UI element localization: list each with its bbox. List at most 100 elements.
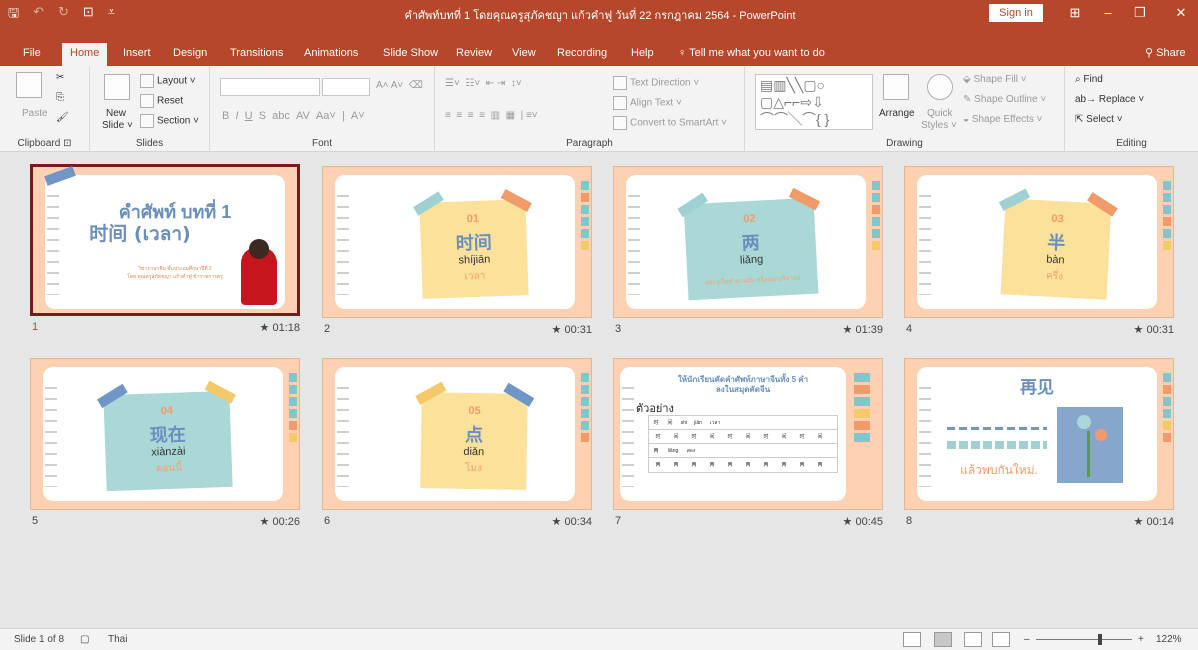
maximize-icon[interactable]: ❐ — [1127, 3, 1153, 23]
list-buttons[interactable]: ☰˅ ☷˅ ⇤ ⇥ ↕˅ — [445, 78, 522, 89]
shape-fill-button[interactable]: ⬙ Shape Fill ˅ — [963, 74, 1027, 85]
tell-me-box[interactable]: ♀ Tell me what you want to do — [678, 40, 825, 66]
align-buttons[interactable]: ≡ ≡ ≡ ≡ ▥ ▦ | ≡˅ — [445, 110, 538, 121]
quick-styles-button[interactable]: Quick — [927, 108, 953, 119]
close-icon[interactable]: ✕ — [1168, 3, 1194, 23]
section-button[interactable]: Section ˅ — [140, 114, 199, 128]
font-name-box[interactable] — [220, 78, 320, 96]
slide-frame[interactable]: ให้นักเรียนคัดคำศัพท์ภาษาจีนทั้ง 5 คำ ลง… — [613, 358, 883, 510]
replace-button[interactable]: ab→ Replace ˅ — [1075, 94, 1144, 105]
align-text-button[interactable]: Align Text ˅ — [613, 96, 682, 110]
slide-paper: 01 时间 shíjiān เวลา — [335, 175, 575, 309]
shape-effects-button[interactable]: ◒ Shape Effects ˅ — [963, 114, 1043, 125]
cut-icon[interactable]: ✂ — [56, 72, 64, 83]
grid-row-3: 两 liǎng สอง — [649, 444, 837, 458]
new-slide-button[interactable]: New — [106, 108, 126, 119]
tab-insert[interactable]: Insert — [120, 40, 154, 66]
font-size-buttons[interactable]: A˄ A˅ ⌫ — [376, 80, 423, 91]
tab-design[interactable]: Design — [170, 40, 210, 66]
new-slide-dropdown[interactable]: Slide ˅ — [102, 120, 133, 131]
slide-thumbnail-7[interactable]: ให้นักเรียนคัดคำศัพท์ภาษาจีนทั้ง 5 คำ ลง… — [613, 358, 883, 534]
slideshow-view-icon[interactable] — [992, 632, 1010, 647]
sign-in-button[interactable]: Sign in — [989, 4, 1043, 22]
reset-button[interactable]: Reset — [140, 94, 183, 108]
font-size-box[interactable] — [322, 78, 370, 96]
quick-styles-dropdown[interactable]: Styles ˅ — [921, 120, 957, 131]
quick-styles-icon — [927, 74, 953, 100]
slide-number: 1 — [32, 321, 39, 333]
teacher-photo-head — [249, 239, 269, 259]
tab-review[interactable]: Review — [453, 40, 495, 66]
zoom-in-icon[interactable]: + — [1138, 634, 1144, 645]
save-icon[interactable]: 🖫 — [8, 4, 19, 26]
tab-home[interactable]: Home — [62, 43, 108, 66]
copy-icon[interactable]: ⎘ — [56, 92, 64, 103]
slide-frame[interactable]: คำศัพท์ บทที่ 1 时间 (เวลา) วิชาภาษาจีน ชั… — [30, 164, 300, 316]
slide-line-1: วิชาภาษาจีน ชั้นประถมศึกษาปีที่ 2 — [138, 266, 212, 272]
tab-file[interactable]: File — [20, 40, 44, 66]
slide-thumbnail-4[interactable]: 03 半 bàn ครึ่ง 4 ★ 00:31 — [904, 166, 1174, 342]
layout-button[interactable]: Layout ˅ — [140, 74, 196, 88]
share-button[interactable]: ⚲ Share — [1145, 40, 1185, 66]
zoom-slider-track[interactable] — [1036, 639, 1132, 640]
text-direction-button[interactable]: Text Direction ˅ — [613, 76, 699, 90]
slide-frame[interactable]: 05 点 diǎn โมง — [322, 358, 592, 510]
slide-timing: ★ 00:26 — [259, 516, 300, 528]
slide-frame[interactable]: 再见 แล้วพบกันใหม่. — [904, 358, 1174, 510]
language-indicator[interactable]: Thai — [108, 634, 127, 645]
minimize-icon[interactable]: – — [1095, 3, 1121, 23]
ribbon: Paste ✂ ⎘ 🖌 Clipboard ⊡ New Slide ˅ Layo… — [0, 66, 1198, 152]
grid-row-1: 时间 shí jiān เวลา — [649, 416, 837, 430]
zoom-out-icon[interactable]: – — [1024, 634, 1030, 645]
slide-thumbnail-6[interactable]: 05 点 diǎn โมง 6 ★ 00:34 — [322, 358, 592, 534]
tape-decoration — [97, 383, 128, 409]
font-format-buttons[interactable]: B I U S abc AV Aa˅ | A˅ — [222, 110, 365, 122]
flower-icon — [1077, 415, 1091, 429]
section-icon — [140, 114, 154, 128]
slide-sorter-view-icon[interactable] — [934, 632, 952, 647]
slide-thumbnail-1[interactable]: คำศัพท์ บทที่ 1 时间 (เวลา) วิชาภาษาจีน ชั… — [30, 164, 300, 340]
undo-icon[interactable]: ↶ — [33, 4, 44, 26]
slide-thumbnail-8[interactable]: 再见 แล้วพบกันใหม่. 8 ★ 00:14 — [904, 358, 1174, 534]
reading-view-icon[interactable] — [964, 632, 982, 647]
slide-frame[interactable]: 03 半 bàn ครึ่ง — [904, 166, 1174, 318]
tape-decoration — [788, 187, 821, 211]
present-icon[interactable]: ⊡ — [83, 4, 94, 26]
find-button[interactable]: ⌕ Find — [1075, 74, 1103, 85]
tab-transitions[interactable]: Transitions — [227, 40, 286, 66]
binder-rings — [628, 195, 640, 295]
tab-view[interactable]: View — [509, 40, 539, 66]
slide-frame[interactable]: 02 两 liǎng สอง (เป็นจำนวนนับ หรือบอกปริม… — [613, 166, 883, 318]
tab-help[interactable]: Help — [628, 40, 657, 66]
tab-animations[interactable]: Animations — [301, 40, 361, 66]
ribbon-display-icon[interactable]: ⊞ — [1062, 3, 1088, 23]
zoom-slider-thumb[interactable] — [1098, 634, 1102, 645]
slide-number: 6 — [324, 515, 331, 527]
select-button[interactable]: ⇱ Select ˅ — [1075, 114, 1123, 125]
normal-view-icon[interactable] — [903, 632, 921, 647]
tab-slide-show[interactable]: Slide Show — [380, 40, 441, 66]
redo-icon[interactable]: ↻ — [58, 4, 69, 26]
shape-outline-button[interactable]: ✎ Shape Outline ˅ — [963, 94, 1046, 105]
grid-row-2: 时间时间时间时间时间 — [649, 430, 837, 444]
slide-thumbnail-5[interactable]: 04 现在 xiànzài ตอนนี้ 5 ★ 00:26 — [30, 358, 300, 534]
zoom-level[interactable]: 122% — [1156, 634, 1182, 645]
word-number: 02 — [742, 212, 756, 226]
format-painter-icon[interactable]: 🖌 — [56, 112, 69, 123]
paragraph-group: ☰˅ ☷˅ ⇤ ⇥ ↕˅ ≡ ≡ ≡ ≡ ▥ ▦ | ≡˅ Text Direc… — [435, 66, 745, 152]
drawing-label: Drawing — [886, 138, 923, 149]
arrange-button[interactable]: Arrange — [879, 108, 915, 119]
notes-icon[interactable]: ▢ — [80, 634, 89, 645]
slide-paper: 02 两 liǎng สอง (เป็นจำนวนนับ หรือบอกปริม… — [626, 175, 866, 309]
slide-frame[interactable]: 01 时间 shíjiān เวลา — [322, 166, 592, 318]
convert-smartart-button[interactable]: Convert to SmartArt ˅ — [613, 116, 727, 130]
customize-icon[interactable]: ⩡ — [108, 4, 115, 26]
farewell-text: แล้วพบกันใหม่. — [960, 463, 1038, 477]
slide-thumbnail-2[interactable]: 01 时间 shíjiān เวลา 2 ★ 00:31 — [322, 166, 592, 342]
tape-decoration — [677, 192, 708, 218]
slide-thumbnail-3[interactable]: 02 两 liǎng สอง (เป็นจำนวนนับ หรือบอกปริม… — [613, 166, 883, 342]
tab-recording[interactable]: Recording — [554, 40, 610, 66]
shapes-gallery[interactable]: ▤▥╲╲▢○ ▢△⌐⌐⇨⇩ ⌒⌒╲⌒{ } — [755, 74, 873, 130]
paste-button[interactable]: Paste — [22, 108, 48, 119]
slide-frame[interactable]: 04 现在 xiànzài ตอนนี้ — [30, 358, 300, 510]
